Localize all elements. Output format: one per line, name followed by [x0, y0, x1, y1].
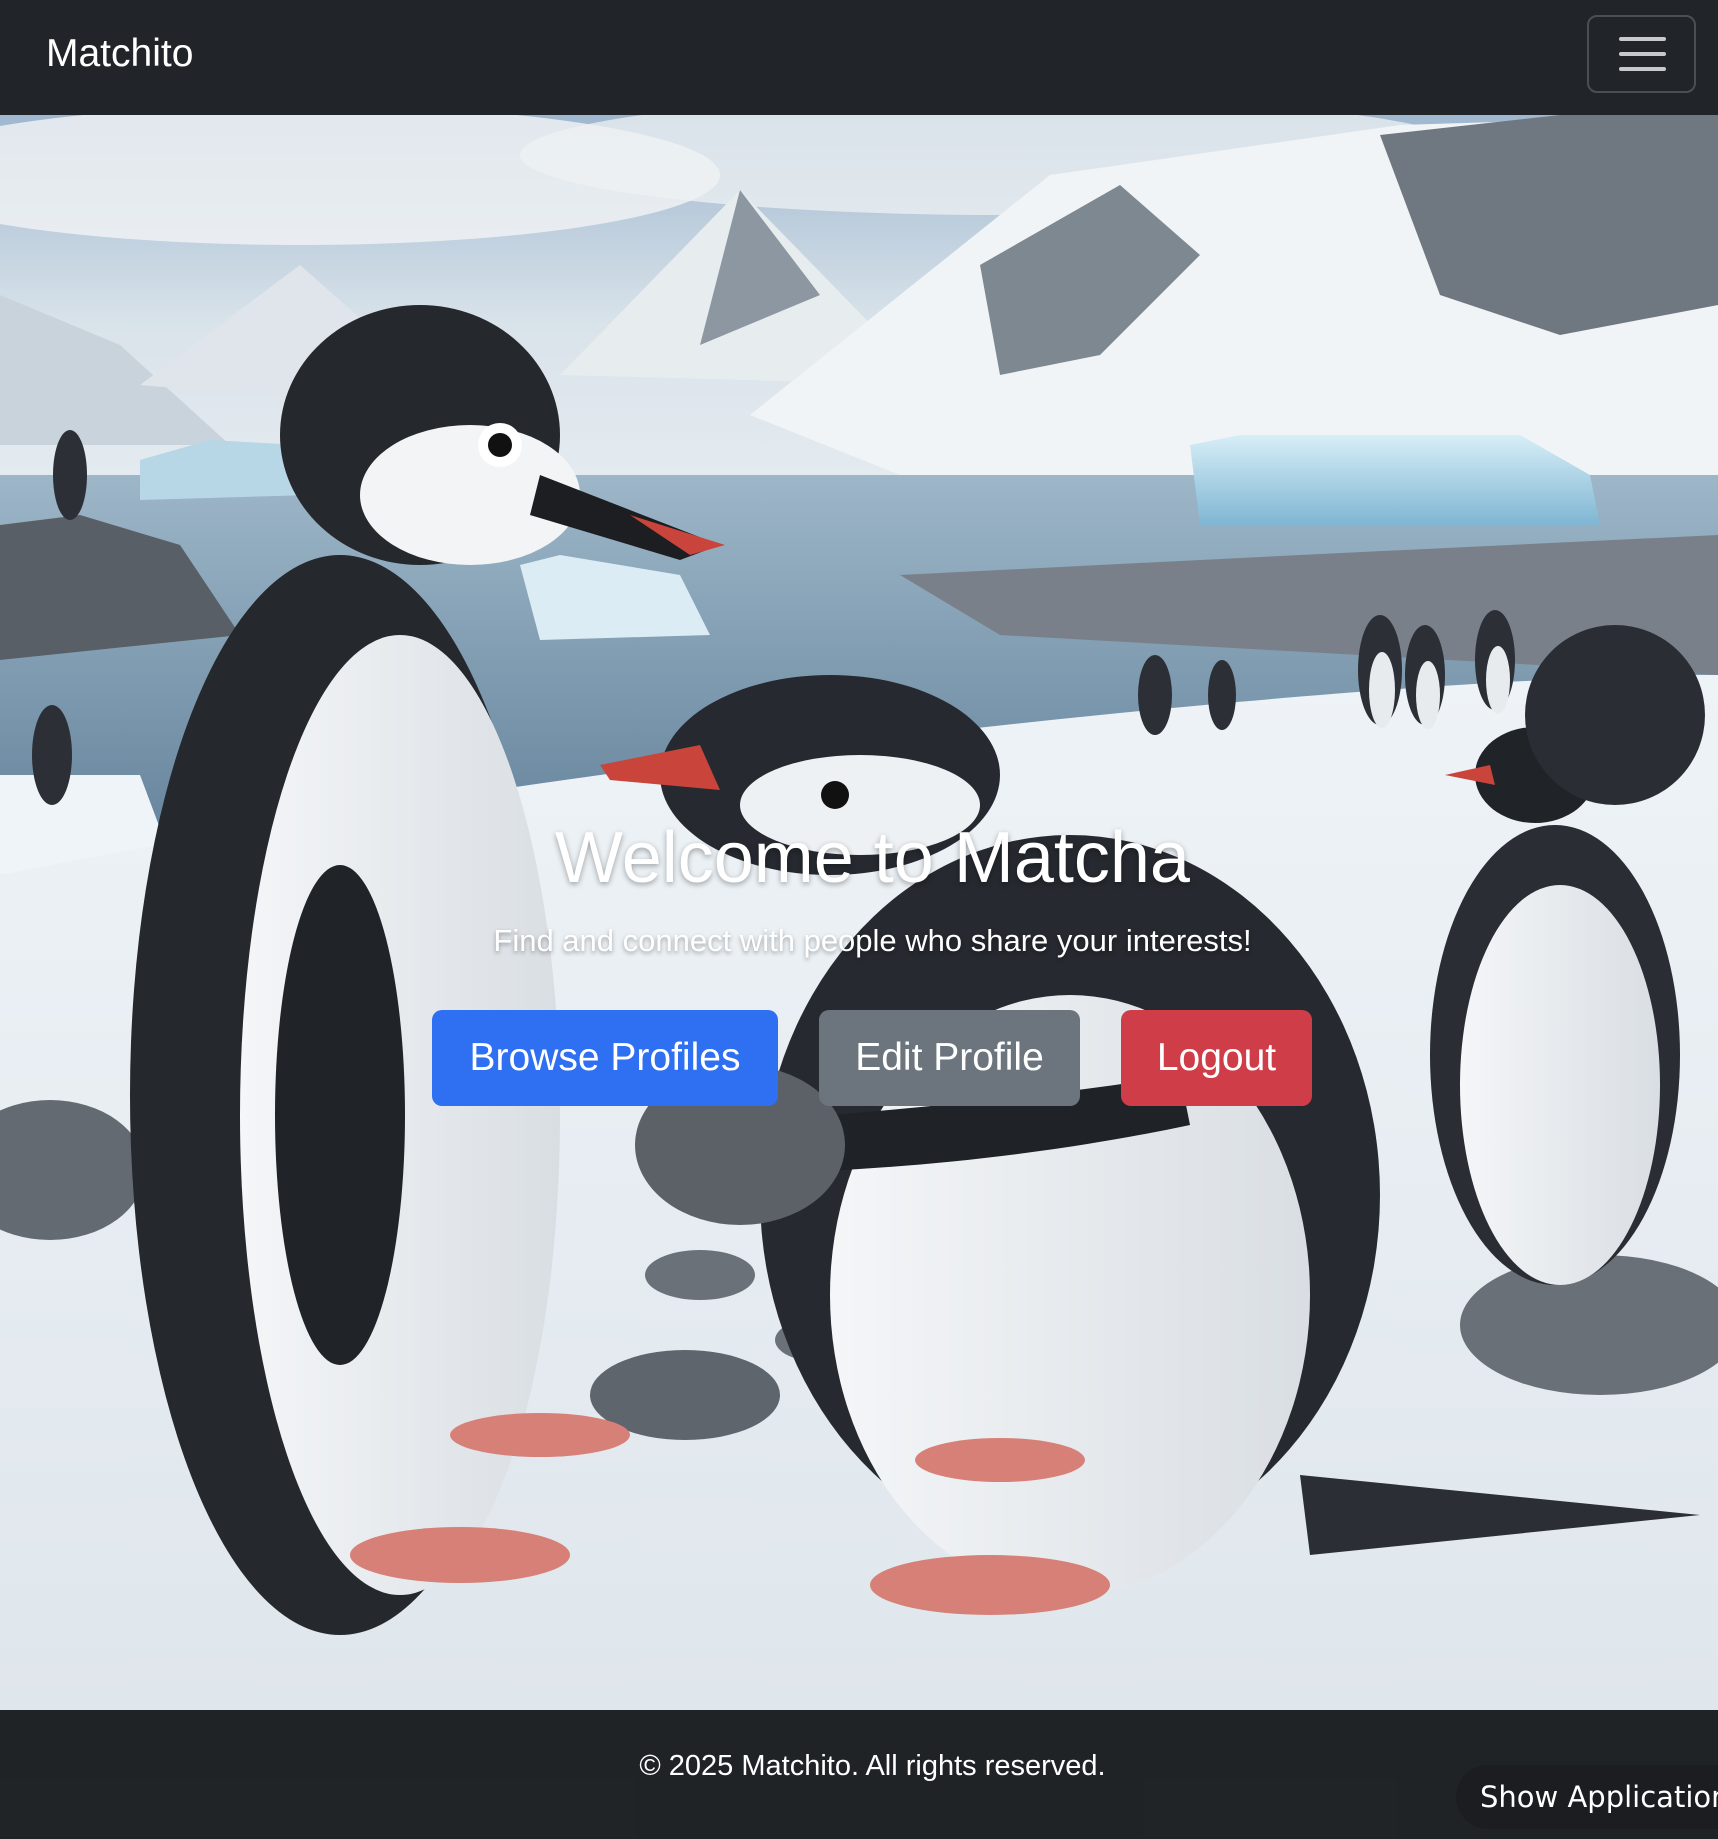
edit-profile-button[interactable]: Edit Profile: [819, 1010, 1080, 1106]
navbar: Matchito: [0, 0, 1718, 115]
hero-title: Welcome to Matcha: [555, 818, 1190, 898]
page: Matchito Welcome to Matcha Find and conn…: [0, 0, 1718, 1839]
browse-profiles-button[interactable]: Browse Profiles: [432, 1010, 778, 1106]
brand-link[interactable]: Matchito: [46, 30, 193, 78]
footer: © 2025 Matchito. All rights reserved.: [0, 1710, 1718, 1839]
hero-content: Welcome to Matcha Find and connect with …: [0, 815, 1718, 961]
logout-button[interactable]: Logout: [1121, 1010, 1312, 1106]
hero-buttons: Browse Profiles Edit Profile Logout: [0, 1010, 1718, 1106]
hero-subtitle: Find and connect with people who share y…: [493, 923, 1252, 958]
navbar-toggler-button[interactable]: [1587, 15, 1696, 93]
hero-section: Welcome to Matcha Find and connect with …: [0, 115, 1718, 1710]
show-applications-button[interactable]: Show Applications: [1456, 1765, 1718, 1829]
